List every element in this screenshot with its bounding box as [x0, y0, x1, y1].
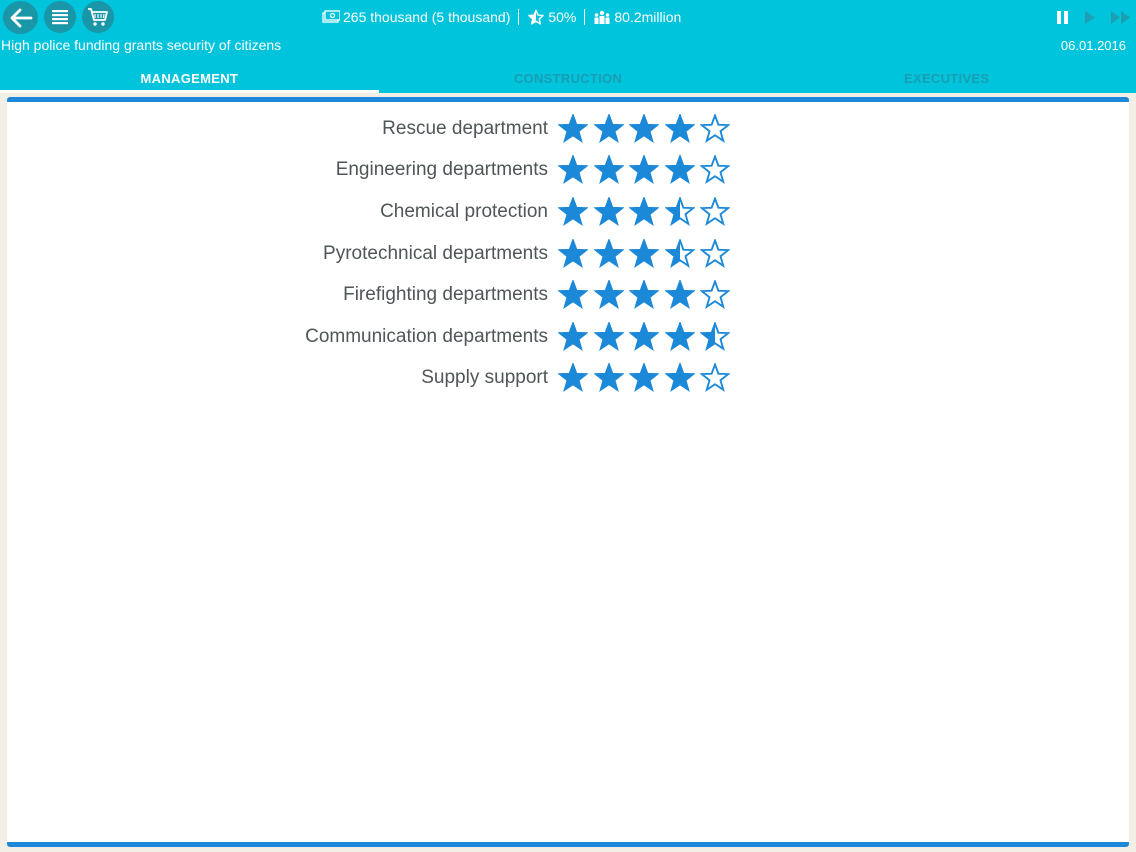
- star-full-icon: [629, 113, 659, 143]
- star-full-icon: [664, 363, 695, 393]
- rating-stat: 50%: [527, 9, 576, 26]
- back-arrow-icon: [10, 8, 32, 27]
- star-full-icon: [558, 321, 588, 351]
- star-rating: [558, 321, 736, 352]
- rating-row: Firefighting departments: [7, 274, 767, 316]
- money-value: 265 thousand (5 thousand): [343, 9, 511, 25]
- star-full-icon: [664, 155, 695, 185]
- star-half-icon: [664, 238, 695, 268]
- star-full-icon: [629, 238, 659, 268]
- star-full-icon: [593, 155, 624, 185]
- star-full-icon: [629, 280, 659, 310]
- tab-construction[interactable]: CONSTRUCTION: [379, 64, 758, 93]
- back-button[interactable]: [3, 1, 38, 34]
- shopping-cart-icon: [88, 8, 108, 26]
- menu-button[interactable]: [44, 1, 76, 33]
- star-empty-icon: [700, 363, 730, 393]
- stat-divider: [518, 9, 520, 25]
- star-empty-icon: [700, 196, 730, 226]
- star-empty-icon: [700, 238, 730, 268]
- fast-forward-icon: [1111, 10, 1130, 24]
- star-full-icon: [593, 280, 624, 310]
- star-full-icon: [664, 113, 695, 143]
- rating-value: 50%: [548, 9, 577, 25]
- management-panel: Rescue department Engineering departments…: [7, 97, 1129, 847]
- star-empty-icon: [700, 280, 730, 310]
- game-date: 06.01.2016: [1060, 38, 1126, 53]
- star-full-icon: [558, 238, 588, 268]
- tab-management[interactable]: MANAGEMENT: [0, 64, 379, 93]
- rating-row: Rescue department: [7, 108, 767, 150]
- pause-icon: [1057, 10, 1068, 24]
- star-full-icon: [558, 363, 588, 393]
- rating-row: Chemical protection: [7, 191, 767, 233]
- rating-row: Engineering departments: [7, 150, 767, 192]
- department-ratings: Rescue department Engineering departments…: [7, 108, 767, 399]
- star-rating: [558, 280, 736, 310]
- top-bar: 265 thousand (5 thousand) 50% 80.2millio…: [0, 0, 1136, 93]
- star-full-icon: [593, 196, 624, 226]
- speed-controls: [1042, 7, 1132, 27]
- rating-row: Supply support: [7, 358, 767, 400]
- rating-label: Chemical protection: [380, 200, 548, 222]
- star-full-icon: [629, 363, 659, 393]
- menu-icon: [52, 10, 68, 25]
- star-full-icon: [593, 321, 624, 351]
- star-full-icon: [629, 196, 659, 226]
- star-full-icon: [593, 113, 624, 143]
- tab-executives[interactable]: EXECUTIVES: [757, 64, 1136, 93]
- news-headline: High police funding grants security of c…: [1, 37, 282, 53]
- shop-button[interactable]: [82, 1, 114, 33]
- star-full-icon: [664, 280, 695, 310]
- star-full-icon: [664, 321, 695, 351]
- rating-label: Engineering departments: [335, 159, 548, 181]
- star-full-icon: [629, 155, 659, 185]
- population-value: 80.2million: [614, 9, 682, 25]
- rating-label: Supply support: [421, 367, 548, 389]
- star-half-icon: [700, 321, 730, 351]
- rating-label: Communication departments: [305, 325, 548, 347]
- star-half-icon: [664, 196, 695, 226]
- star-full-icon: [558, 196, 588, 226]
- rating-label: Firefighting departments: [343, 284, 548, 306]
- play-button[interactable]: [1083, 7, 1096, 27]
- star-rating: [558, 113, 736, 144]
- rating-star-icon: [528, 9, 545, 25]
- rating-label: Pyrotechnical departments: [323, 242, 548, 264]
- star-full-icon: [558, 113, 588, 143]
- star-rating: [558, 155, 736, 185]
- rating-row: Pyrotechnical departments: [7, 233, 767, 275]
- star-empty-icon: [700, 113, 730, 143]
- tab-bar: MANAGEMENT CONSTRUCTION EXECUTIVES: [0, 64, 1136, 93]
- population-stat: 80.2million: [593, 9, 681, 25]
- star-rating: [558, 363, 736, 393]
- pause-button[interactable]: [1056, 7, 1069, 27]
- star-rating: [558, 238, 736, 269]
- money-stat: 265 thousand (5 thousand): [322, 9, 510, 25]
- star-full-icon: [593, 363, 624, 393]
- star-full-icon: [629, 321, 659, 351]
- rating-row: Communication departments: [7, 316, 767, 358]
- rating-label: Rescue department: [382, 117, 548, 139]
- star-empty-icon: [700, 155, 730, 185]
- stats-bar: 265 thousand (5 thousand) 50% 80.2millio…: [322, 6, 681, 28]
- fast-forward-button[interactable]: [1110, 7, 1132, 27]
- star-rating: [558, 196, 736, 227]
- money-icon: [322, 10, 340, 23]
- star-full-icon: [558, 280, 588, 310]
- star-full-icon: [593, 238, 624, 268]
- stat-divider: [584, 9, 586, 25]
- star-full-icon: [558, 155, 588, 185]
- play-icon: [1085, 10, 1095, 24]
- population-icon: [594, 10, 610, 24]
